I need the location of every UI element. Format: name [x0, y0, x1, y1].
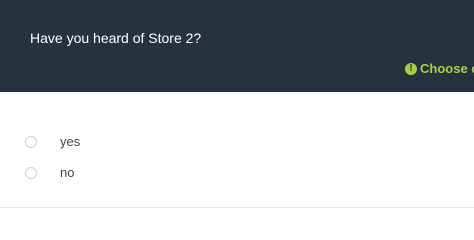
radio-button-yes[interactable] [25, 136, 37, 148]
question-text: Have you heard of Store 2? [30, 30, 202, 46]
survey-question-card: Have you heard of Store 2? ! Choose o ye… [0, 0, 474, 210]
bottom-divider [0, 207, 474, 208]
choose-hint: ! Choose o [405, 61, 474, 77]
option-label-yes[interactable]: yes [60, 134, 80, 150]
exclamation-circle-icon: ! [405, 63, 417, 75]
option-no[interactable]: no [25, 165, 74, 181]
radio-button-no[interactable] [25, 167, 37, 179]
hint-text: Choose o [420, 61, 474, 76]
option-yes[interactable]: yes [25, 134, 80, 150]
question-header: Have you heard of Store 2? ! Choose o [0, 0, 474, 92]
option-label-no[interactable]: no [60, 165, 74, 181]
